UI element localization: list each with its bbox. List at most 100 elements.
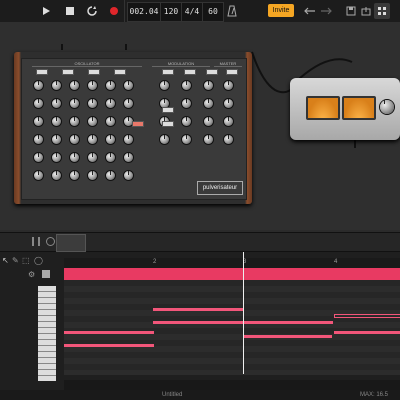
pointer-tool-icon[interactable]: ↖ <box>2 256 9 265</box>
synth-knob[interactable] <box>160 135 169 144</box>
synth-knob[interactable] <box>124 171 133 180</box>
play-button[interactable] <box>38 3 54 19</box>
synth-knob[interactable] <box>106 171 115 180</box>
synth-knob[interactable] <box>88 171 97 180</box>
note[interactable] <box>153 308 243 311</box>
synth-switch[interactable] <box>114 69 126 75</box>
note[interactable] <box>334 331 400 334</box>
settings-icon[interactable]: ⚙ <box>28 270 35 279</box>
synth-knob[interactable] <box>106 153 115 162</box>
synth-knob[interactable] <box>88 135 97 144</box>
amp-device[interactable] <box>290 78 400 140</box>
signature-display[interactable]: 4/4 <box>181 2 203 22</box>
select-tool-icon[interactable]: ⬚ <box>22 256 30 265</box>
note[interactable] <box>334 314 400 318</box>
synth-knob[interactable] <box>204 81 213 90</box>
synth-knob[interactable] <box>52 117 61 126</box>
synth-knob[interactable] <box>52 99 61 108</box>
synth-knob[interactable] <box>34 171 43 180</box>
piano-keys[interactable] <box>38 286 56 381</box>
synth-knob[interactable] <box>88 81 97 90</box>
clip-region[interactable] <box>64 268 400 280</box>
synth-knob[interactable] <box>88 99 97 108</box>
synth-knob[interactable] <box>106 99 115 108</box>
note[interactable] <box>244 335 332 338</box>
synth-switch[interactable] <box>88 69 100 75</box>
synth-knob[interactable] <box>88 117 97 126</box>
synth-knob[interactable] <box>70 171 79 180</box>
synth-switch[interactable] <box>162 107 174 113</box>
save-button[interactable] <box>343 3 359 19</box>
synth-knob[interactable] <box>204 117 213 126</box>
synth-knob[interactable] <box>70 135 79 144</box>
record-button[interactable] <box>106 3 122 19</box>
synth-knob[interactable] <box>70 117 79 126</box>
synth-knob[interactable] <box>34 99 43 108</box>
record-mode-icon[interactable] <box>42 270 50 278</box>
synth-switch[interactable] <box>184 69 196 75</box>
note-grid[interactable] <box>64 280 400 375</box>
loop-button[interactable] <box>84 3 100 19</box>
synth-knob[interactable] <box>106 117 115 126</box>
synth-knob[interactable] <box>124 153 133 162</box>
synth-knob[interactable] <box>106 135 115 144</box>
synth-knob[interactable] <box>182 99 191 108</box>
timeline-ruler[interactable]: 2 3 4 <box>64 258 400 268</box>
synth-knob[interactable] <box>182 135 191 144</box>
synth-switch[interactable] <box>132 121 144 127</box>
synth-knob[interactable] <box>52 81 61 90</box>
synth-switch[interactable] <box>62 69 74 75</box>
synth-knob[interactable] <box>124 135 133 144</box>
synth-knob[interactable] <box>70 99 79 108</box>
synth-knob[interactable] <box>182 81 191 90</box>
note[interactable] <box>64 331 154 334</box>
metronome-button[interactable] <box>224 3 240 19</box>
synth-knob[interactable] <box>52 135 61 144</box>
synth-device[interactable]: OSCILLATOR MODULATION MASTER pulverisate… <box>14 52 252 204</box>
position-display[interactable]: 002.04 <box>127 2 161 22</box>
synth-knob[interactable] <box>224 135 233 144</box>
synth-knob[interactable] <box>224 81 233 90</box>
velocity-lane[interactable] <box>64 380 400 390</box>
synth-knob[interactable] <box>88 153 97 162</box>
zoom-display[interactable]: 60 <box>202 2 224 22</box>
synth-knob[interactable] <box>70 81 79 90</box>
overview-window[interactable] <box>56 234 86 252</box>
synth-switch[interactable] <box>226 69 238 75</box>
amp-volume-knob[interactable] <box>380 100 394 114</box>
synth-knob[interactable] <box>182 117 191 126</box>
synth-knob[interactable] <box>224 117 233 126</box>
synth-knob[interactable] <box>160 81 169 90</box>
synth-knob[interactable] <box>106 81 115 90</box>
note[interactable] <box>64 344 154 347</box>
stop-button[interactable] <box>62 3 78 19</box>
synth-knob[interactable] <box>34 135 43 144</box>
synth-knob[interactable] <box>70 153 79 162</box>
synth-switch[interactable] <box>162 121 174 127</box>
export-button[interactable] <box>358 3 374 19</box>
synth-knob[interactable] <box>124 99 133 108</box>
invite-button[interactable]: Invite <box>268 4 294 17</box>
synth-switch[interactable] <box>206 69 218 75</box>
pause-icon[interactable] <box>32 237 40 246</box>
minus-icon[interactable] <box>46 237 55 246</box>
synth-switch[interactable] <box>162 69 174 75</box>
redo-button[interactable] <box>318 3 334 19</box>
undo-icon <box>304 7 315 15</box>
tempo-display[interactable]: 120 <box>160 2 182 22</box>
synth-knob[interactable] <box>34 81 43 90</box>
pencil-tool-icon[interactable]: ✎ <box>12 256 19 265</box>
playhead[interactable] <box>243 252 244 374</box>
synth-knob[interactable] <box>34 117 43 126</box>
synth-knob[interactable] <box>124 81 133 90</box>
synth-knob[interactable] <box>204 135 213 144</box>
synth-knob[interactable] <box>52 153 61 162</box>
undo-button[interactable] <box>302 3 318 19</box>
synth-switch[interactable] <box>36 69 48 75</box>
mute-tool-icon[interactable]: ◯ <box>34 256 43 265</box>
settings-button[interactable] <box>374 3 390 19</box>
synth-knob[interactable] <box>224 99 233 108</box>
synth-knob[interactable] <box>34 153 43 162</box>
synth-knob[interactable] <box>52 171 61 180</box>
synth-knob[interactable] <box>204 99 213 108</box>
